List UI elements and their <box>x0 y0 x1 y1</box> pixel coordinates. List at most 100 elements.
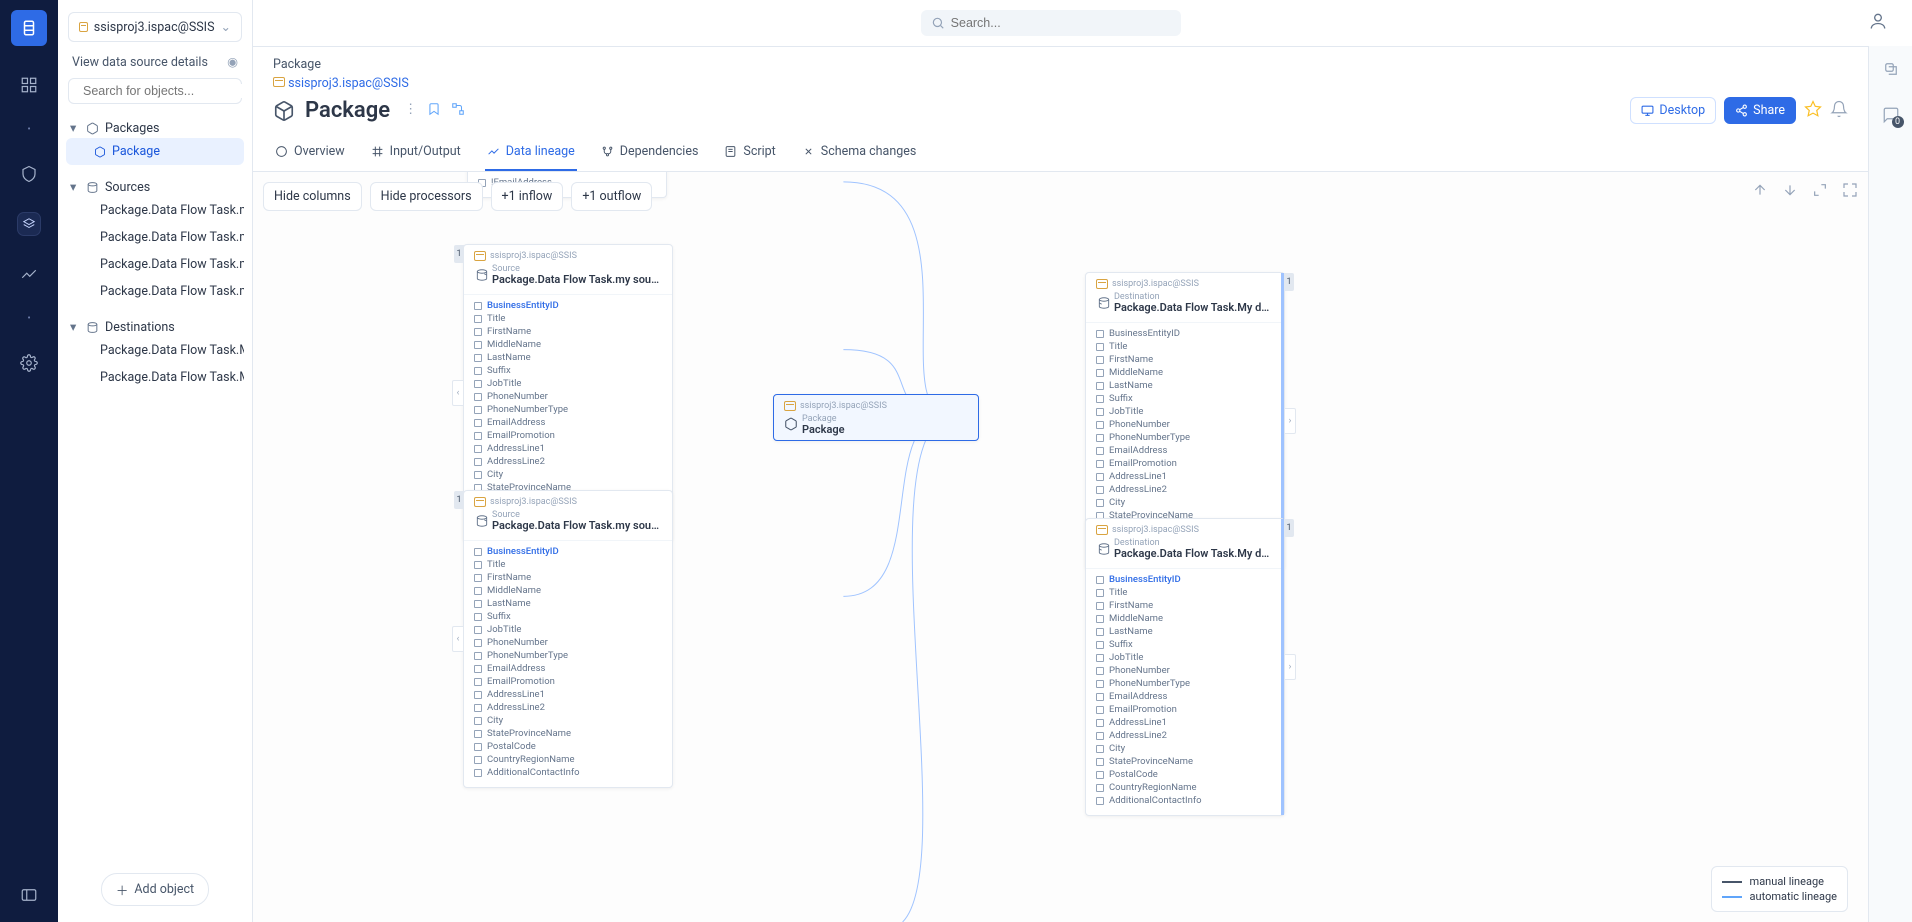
node-expand-left[interactable]: ‹ <box>452 626 464 652</box>
column-row[interactable]: Title <box>474 558 662 571</box>
column-row[interactable]: StateProvinceName <box>1096 755 1274 768</box>
nav-collapse-icon[interactable] <box>18 884 40 906</box>
column-row[interactable]: Suffix <box>474 610 662 623</box>
column-row[interactable]: AddressLine2 <box>1096 729 1274 742</box>
column-row[interactable]: MiddleName <box>474 584 662 597</box>
tree-item-package[interactable]: Package <box>66 138 244 165</box>
column-row[interactable]: FirstName <box>1096 353 1274 366</box>
column-row[interactable]: BusinessEntityID <box>474 299 662 312</box>
lineage-node-dest2[interactable]: 1 › ssisproj3.ispac@SSIS Destination Pac… <box>1085 518 1285 816</box>
column-row[interactable]: JobTitle <box>1096 405 1274 418</box>
column-row[interactable]: AddressLine2 <box>474 455 662 468</box>
hide-columns-button[interactable]: Hide columns <box>263 182 362 211</box>
column-row[interactable]: LastName <box>474 351 662 364</box>
user-menu-icon[interactable] <box>1868 11 1888 35</box>
global-search-input[interactable] <box>951 16 1171 30</box>
column-row[interactable]: MiddleName <box>1096 612 1274 625</box>
tree-item-source[interactable]: Package.Data Flow Task.m... <box>66 197 244 224</box>
add-object-button[interactable]: ＋ Add object <box>101 873 209 906</box>
column-row[interactable]: PhoneNumberType <box>1096 677 1274 690</box>
share-button[interactable]: Share <box>1724 97 1796 124</box>
column-row[interactable]: PhoneNumberType <box>474 403 662 416</box>
nav-gear-icon[interactable] <box>18 352 40 374</box>
column-row[interactable]: CountryRegionName <box>474 753 662 766</box>
column-row[interactable]: JobTitle <box>474 623 662 636</box>
column-row[interactable]: AdditionalContactInfo <box>474 766 662 779</box>
tab-script[interactable]: Script <box>722 134 777 171</box>
tree-item-destination[interactable]: Package.Data Flow Task.M... <box>66 364 244 391</box>
comments-icon[interactable]: 0 <box>1882 106 1900 128</box>
column-row[interactable]: FirstName <box>1096 599 1274 612</box>
view-datasource-details[interactable]: View data source details ◉ <box>64 46 246 74</box>
nav-shield-icon[interactable] <box>18 163 40 185</box>
breadcrumb-link[interactable]: ssisproj3.ispac@SSIS <box>273 76 1848 91</box>
column-row[interactable]: PhoneNumberType <box>474 649 662 662</box>
node-expand-left[interactable]: ‹ <box>452 380 464 406</box>
column-row[interactable]: AddressLine1 <box>474 688 662 701</box>
lineage-node-package[interactable]: ssisproj3.ispac@SSIS Package Package <box>773 394 979 441</box>
tree-item-destination[interactable]: Package.Data Flow Task.M... <box>66 337 244 364</box>
column-row[interactable]: EmailPromotion <box>474 675 662 688</box>
column-row[interactable]: LastName <box>1096 379 1274 392</box>
column-row[interactable]: EmailPromotion <box>1096 457 1274 470</box>
tree-item-source[interactable]: Package.Data Flow Task.m... <box>66 251 244 278</box>
node-expand-right[interactable]: › <box>1284 408 1296 434</box>
column-row[interactable]: BusinessEntityID <box>474 545 662 558</box>
column-row[interactable]: AddressLine1 <box>1096 470 1274 483</box>
column-row[interactable]: Title <box>1096 340 1274 353</box>
more-icon[interactable]: ⋮ <box>404 102 417 120</box>
column-row[interactable]: City <box>474 468 662 481</box>
column-row[interactable]: PhoneNumber <box>1096 664 1274 677</box>
column-row[interactable]: FirstName <box>474 325 662 338</box>
tab-dependencies[interactable]: Dependencies <box>599 134 701 171</box>
app-logo[interactable] <box>11 10 47 46</box>
detach-icon[interactable] <box>1882 60 1900 82</box>
column-row[interactable]: PhoneNumber <box>474 636 662 649</box>
tab-lineage[interactable]: Data lineage <box>485 134 577 171</box>
column-row[interactable]: BusinessEntityID <box>1096 573 1274 586</box>
column-row[interactable]: JobTitle <box>1096 651 1274 664</box>
column-row[interactable]: PhoneNumberType <box>1096 431 1274 444</box>
column-row[interactable]: PhoneNumber <box>474 390 662 403</box>
expand-icon[interactable] <box>1812 182 1828 202</box>
sidebar-search-input[interactable] <box>83 84 244 98</box>
tab-io[interactable]: Input/Output <box>369 134 463 171</box>
tree-group-sources[interactable]: ▾Sources <box>66 177 244 197</box>
column-row[interactable]: Title <box>1096 586 1274 599</box>
outflow-button[interactable]: +1 outflow <box>571 182 652 211</box>
column-row[interactable]: JobTitle <box>474 377 662 390</box>
column-row[interactable]: MiddleName <box>474 338 662 351</box>
flow-icon[interactable] <box>451 102 465 120</box>
column-row[interactable]: LastName <box>474 597 662 610</box>
download-icon[interactable] <box>1782 182 1798 202</box>
column-row[interactable]: Suffix <box>1096 392 1274 405</box>
hide-processors-button[interactable]: Hide processors <box>370 182 483 211</box>
desktop-button[interactable]: Desktop <box>1630 97 1716 124</box>
column-row[interactable]: AddressLine2 <box>474 701 662 714</box>
tree-item-source[interactable]: Package.Data Flow Task.m... <box>66 224 244 251</box>
tab-overview[interactable]: Overview <box>273 134 347 171</box>
inflow-button[interactable]: +1 inflow <box>491 182 564 211</box>
column-row[interactable]: PostalCode <box>474 740 662 753</box>
upload-icon[interactable] <box>1752 182 1768 202</box>
column-row[interactable]: CountryRegionName <box>1096 781 1274 794</box>
column-row[interactable]: EmailAddress <box>1096 690 1274 703</box>
column-row[interactable]: City <box>1096 742 1274 755</box>
tab-schema[interactable]: Schema changes <box>800 134 919 171</box>
column-row[interactable]: City <box>474 714 662 727</box>
column-row[interactable]: City <box>1096 496 1274 509</box>
sidebar-search[interactable] <box>68 78 242 104</box>
bookmark-icon[interactable] <box>427 102 441 120</box>
nav-layers-icon[interactable] <box>18 213 40 235</box>
column-row[interactable]: PostalCode <box>1096 768 1274 781</box>
datasource-selector[interactable]: ssisproj3.ispac@SSIS ⌄ <box>68 12 242 42</box>
column-row[interactable]: EmailPromotion <box>474 429 662 442</box>
column-row[interactable]: Suffix <box>474 364 662 377</box>
fullscreen-icon[interactable] <box>1842 182 1858 202</box>
column-row[interactable]: StateProvinceName <box>474 727 662 740</box>
column-row[interactable]: AddressLine1 <box>474 442 662 455</box>
nav-chart-icon[interactable] <box>18 263 40 285</box>
tree-item-source[interactable]: Package.Data Flow Task.m... <box>66 278 244 305</box>
column-row[interactable]: EmailAddress <box>474 416 662 429</box>
column-row[interactable]: Suffix <box>1096 638 1274 651</box>
